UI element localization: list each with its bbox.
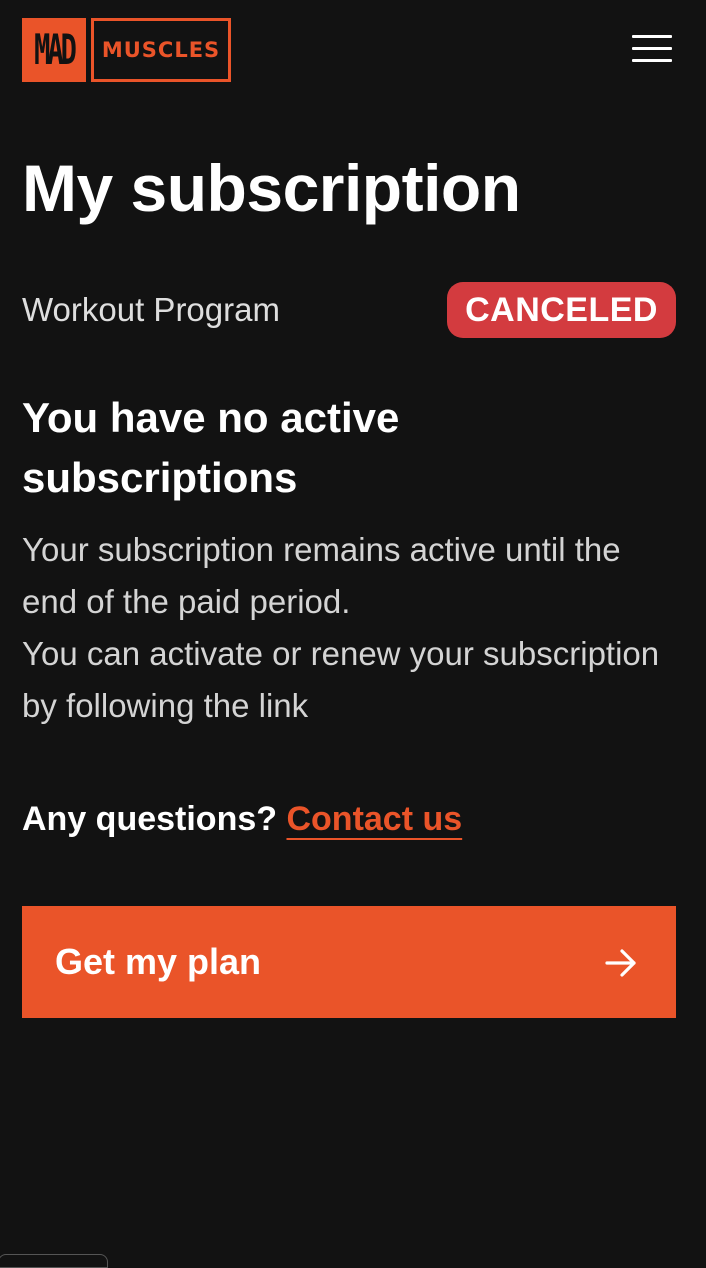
menu-bar-top <box>632 35 672 38</box>
get-my-plan-label: Get my plan <box>55 941 262 982</box>
bottom-edge-tab <box>0 1254 108 1268</box>
support-question: Any questions? Contact us <box>22 794 462 844</box>
logo-mad-block: MAD <box>22 18 86 82</box>
subscription-description: Your subscription remains active until t… <box>22 524 682 732</box>
logo-muscles-text: MUSCLES <box>91 18 231 82</box>
hamburger-menu-icon[interactable] <box>632 32 672 66</box>
get-my-plan-button[interactable]: Get my plan <box>22 906 676 1018</box>
menu-bar-bottom <box>632 59 672 62</box>
plan-name: Workout Program <box>22 291 280 328</box>
subscription-plan-row: Workout Program CANCELED <box>22 282 676 338</box>
header: MAD MUSCLES <box>22 18 672 82</box>
page-title: My subscription <box>22 151 521 225</box>
question-text: Any questions? <box>22 800 278 838</box>
arrow-right-icon <box>605 949 636 977</box>
no-subscription-heading: You have no active subscriptions <box>22 394 400 501</box>
menu-bar-middle <box>632 47 672 50</box>
logo-mad-text: MAD <box>22 18 86 82</box>
contact-us-link[interactable]: Contact us <box>286 800 462 838</box>
description-line-2: You can activate or renew your subscript… <box>22 635 660 724</box>
brand-logo[interactable]: MAD MUSCLES <box>22 18 231 82</box>
status-badge: CANCELED <box>447 282 676 338</box>
description-line-1: Your subscription remains active until t… <box>22 531 621 620</box>
